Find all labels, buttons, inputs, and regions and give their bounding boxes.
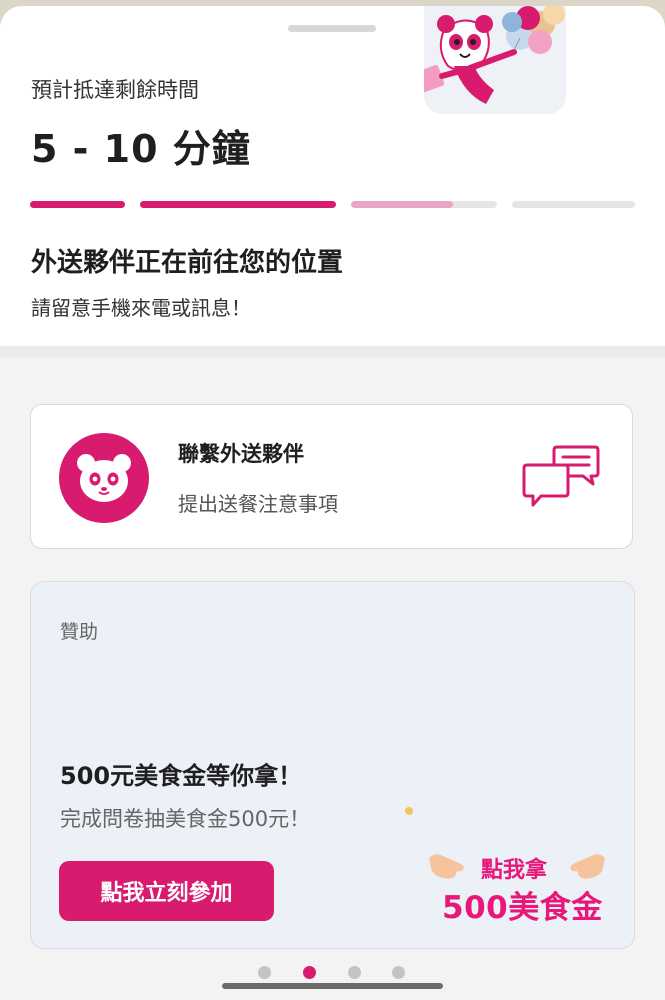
pager-dot[interactable]: [392, 966, 405, 979]
home-indicator[interactable]: [222, 983, 443, 989]
carousel-pager: [258, 966, 408, 980]
pager-dot-active[interactable]: [303, 966, 316, 979]
promo-artwork: 點我拿 500美食金: [427, 846, 607, 926]
panda-balloon-illustration: [424, 6, 566, 114]
progress-step-4: [512, 201, 635, 208]
progress-step-1: [30, 201, 125, 208]
pager-dot[interactable]: [258, 966, 271, 979]
promo-art-headline: 500美食金: [442, 890, 603, 926]
contact-rider-card[interactable]: 聯繫外送夥伴 提出送餐注意事項: [30, 404, 633, 549]
tracking-sheet: 預計抵達剩餘時間 5 - 10 分鐘 外送夥伴正在前往您的位置 請留意手機來電或…: [0, 6, 665, 346]
sponsored-promo-card[interactable]: 贊助 500元美食金等你拿！ 完成問卷抽美食金500元！ 點我立刻參加 點我拿 …: [30, 581, 635, 949]
progress-step-3-fill: [351, 201, 454, 208]
sheet-drag-handle[interactable]: [288, 25, 376, 32]
promo-title: 500元美食金等你拿！: [60, 762, 303, 790]
eta-time: 5 - 10 分鐘: [31, 127, 251, 171]
status-title: 外送夥伴正在前往您的位置: [31, 248, 344, 278]
sparkle-icon: [405, 807, 413, 815]
progress-step-3: [351, 201, 497, 208]
progress-step-2: [140, 201, 336, 208]
pointing-hand-icon-right: [570, 854, 605, 879]
chat-bubbles-icon: [522, 445, 600, 507]
section-divider: [0, 346, 665, 358]
promo-art-caption: 點我拿: [481, 858, 548, 883]
pointing-hand-icon: [429, 854, 464, 879]
status-subtitle: 請留意手機來電或訊息！: [31, 296, 251, 320]
promo-subtitle: 完成問卷抽美食金500元！: [60, 807, 311, 831]
join-now-button[interactable]: 點我立刻參加: [59, 861, 274, 921]
foodpanda-logo-icon: [59, 433, 149, 523]
contact-title: 聯繫外送夥伴: [178, 442, 304, 466]
contact-subtitle: 提出送餐注意事項: [178, 492, 338, 516]
pager-dot[interactable]: [348, 966, 361, 979]
eta-label: 預計抵達剩餘時間: [31, 78, 199, 102]
sponsored-label: 贊助: [60, 621, 99, 643]
